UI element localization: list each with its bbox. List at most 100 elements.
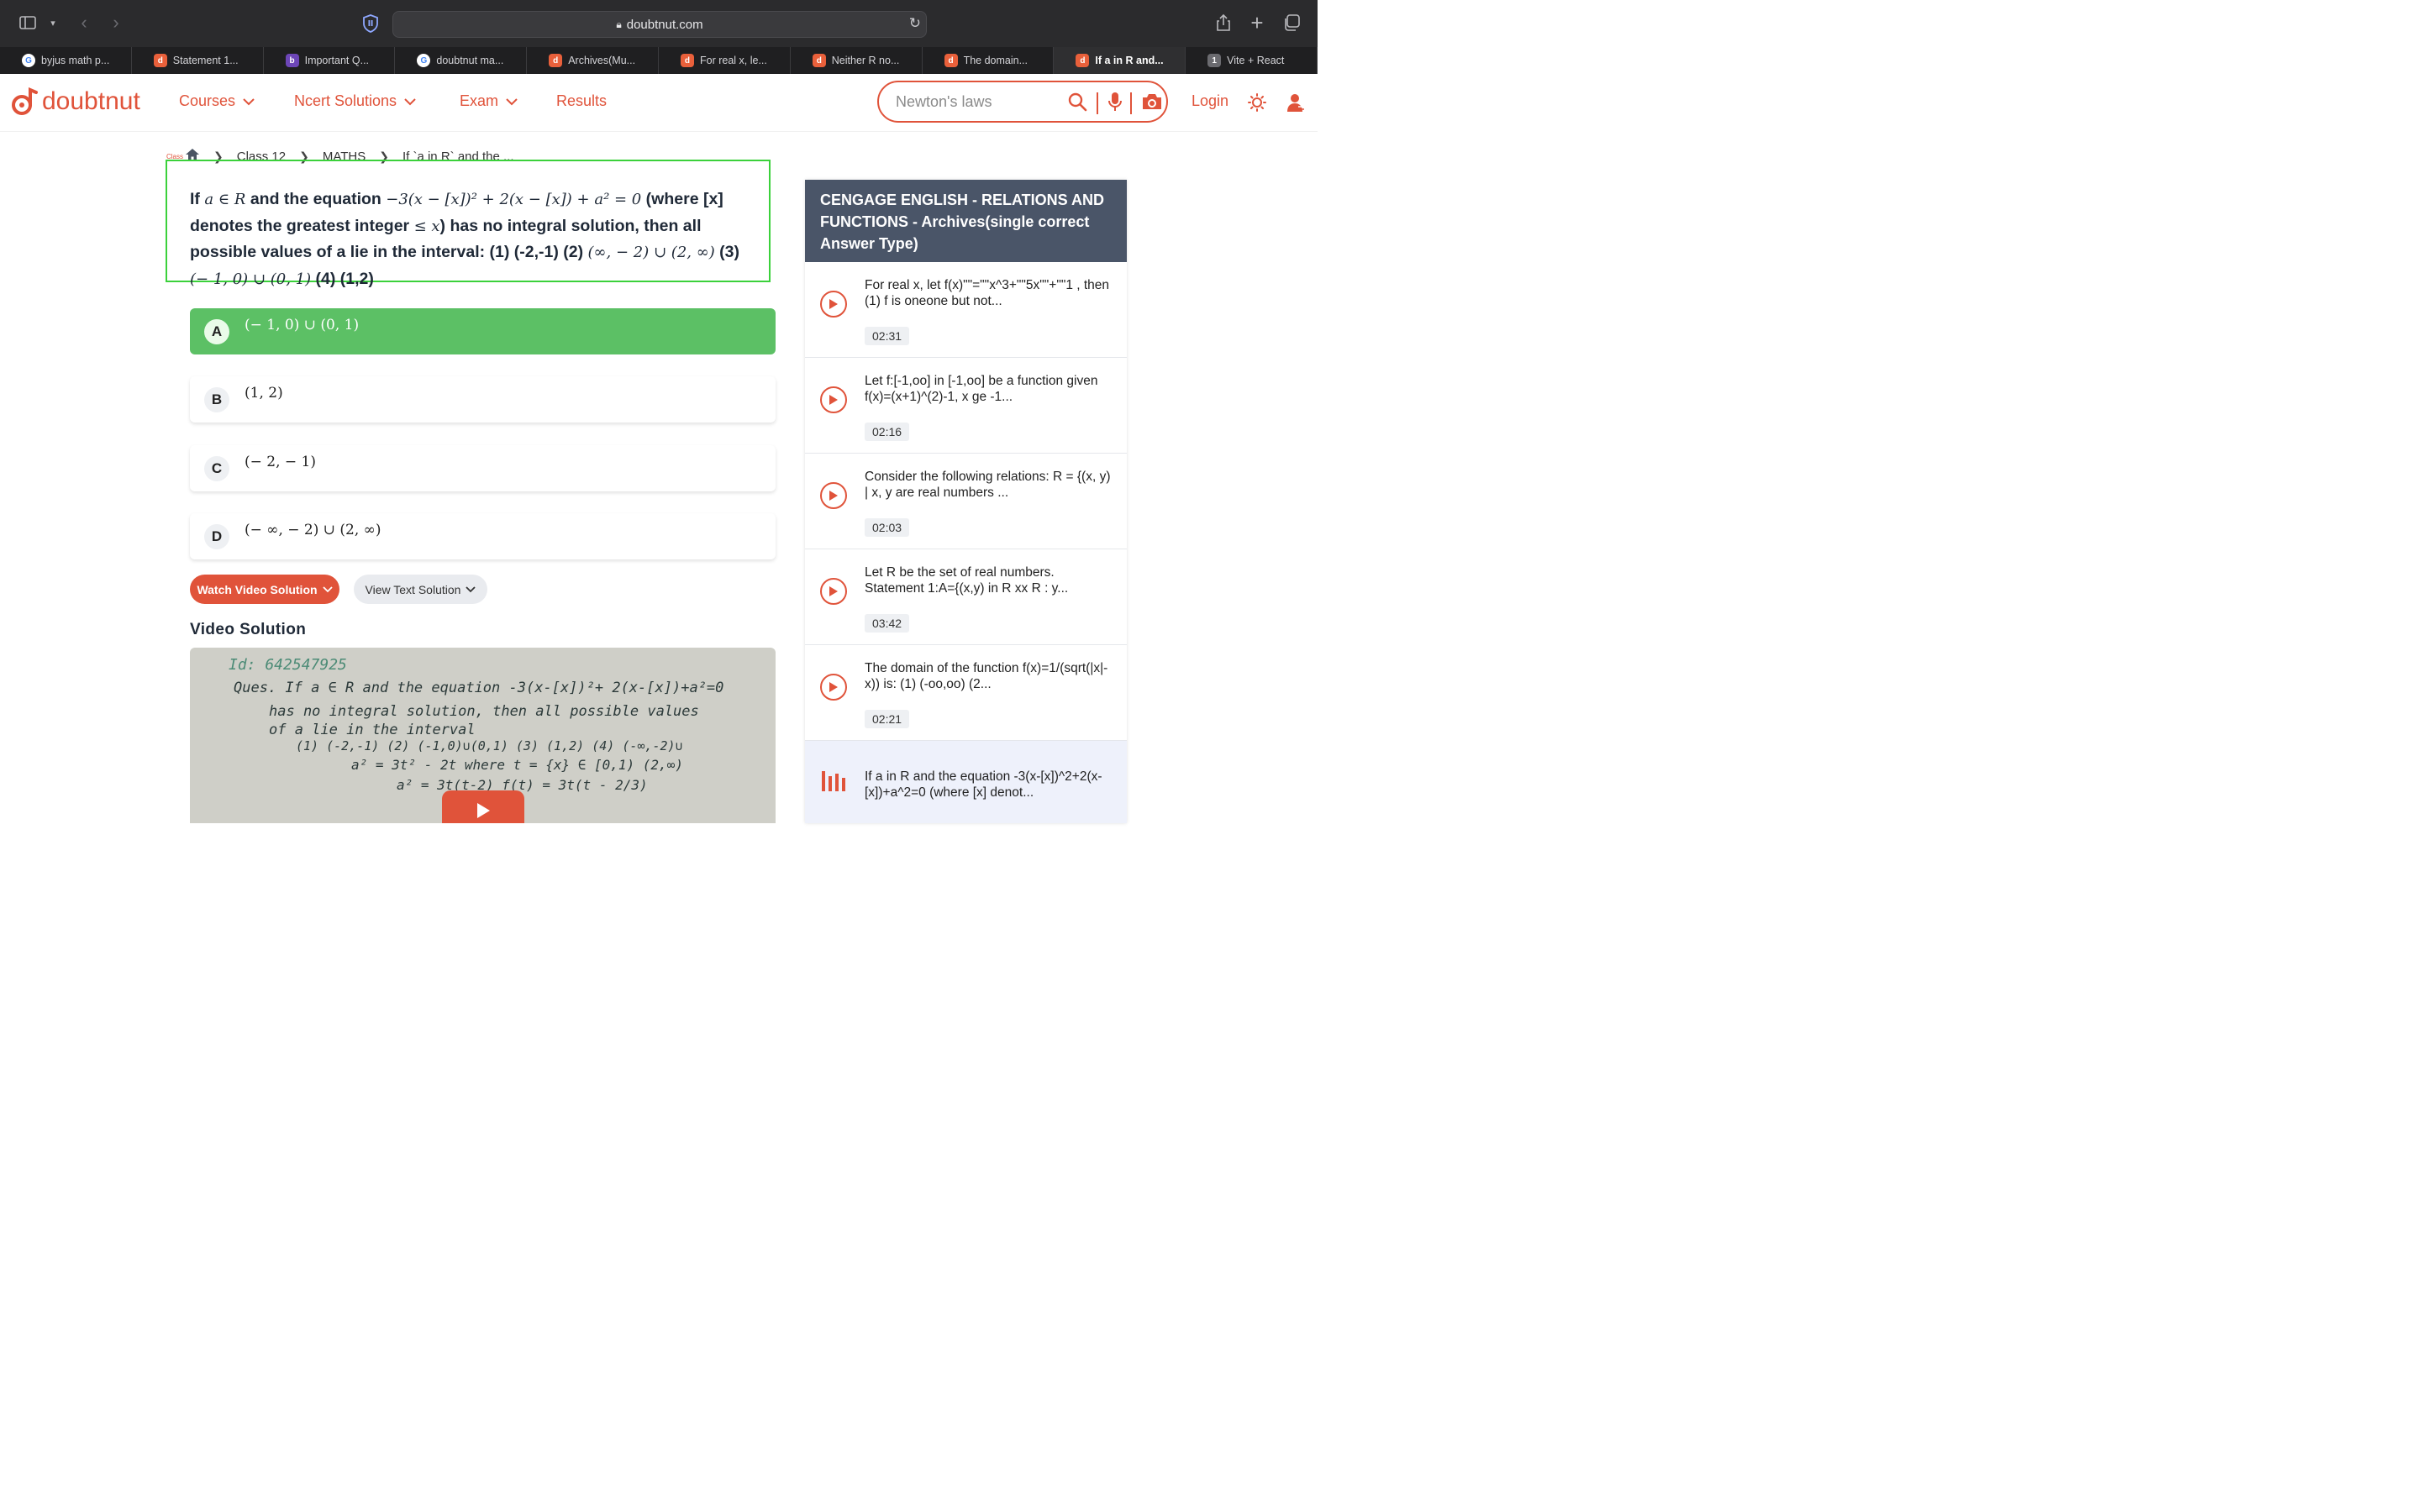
nav-courses[interactable]: Courses	[179, 92, 255, 110]
duration-badge: 02:03	[865, 518, 910, 537]
chevron-down-icon	[506, 97, 518, 105]
related-video-title: Consider the following relations: R = {(…	[865, 470, 1111, 500]
play-circle-icon[interactable]	[820, 674, 847, 701]
duration-badge: 03:42	[865, 614, 910, 633]
duration-badge: 02:21	[865, 710, 910, 728]
option-letter: B	[204, 386, 229, 412]
browser-tab[interactable]: d For real x, le...	[659, 47, 791, 74]
logo-text: doubtnut	[42, 87, 140, 115]
related-video-title: If a in R and the equation -3(x-[x])^2+2…	[865, 769, 1102, 800]
related-video-item[interactable]: The domain of the function f(x)=1/(sqrt(…	[805, 645, 1127, 741]
handwritten-line: Ques. If a ∈ R and the equation -3(x-[x]…	[234, 680, 724, 696]
address-bar[interactable]: 🔒︎ doubtnut.com ↻	[392, 11, 927, 38]
doubtnut-icon: d	[812, 54, 826, 67]
play-circle-icon[interactable]	[820, 578, 847, 605]
video-solution-heading: Video Solution	[190, 621, 307, 638]
nav-ncert-solutions[interactable]: Ncert Solutions	[294, 92, 417, 110]
doubtnut-icon: d	[1076, 54, 1090, 67]
chevron-down-icon	[243, 97, 255, 105]
browser-tab[interactable]: 1 Vite + React	[1186, 47, 1318, 74]
forward-icon[interactable]: ›	[108, 12, 124, 33]
related-video-item[interactable]: Let f:[-1,oo] in [-1,oo] be a function g…	[805, 358, 1127, 454]
view-text-solution-button[interactable]: View Text Solution	[354, 575, 487, 604]
share-icon[interactable]	[1215, 13, 1232, 33]
google-icon: G	[22, 54, 35, 67]
back-icon[interactable]: ‹	[76, 12, 92, 33]
sidebar-toggle-icon[interactable]	[18, 14, 37, 31]
option-letter: C	[204, 455, 229, 481]
handwritten-line: (1) (-2,-1) (2) (-1,0)∪(0,1) (3) (1,2) (…	[296, 738, 683, 753]
browser-tab-active[interactable]: d If a in R and...	[1054, 47, 1186, 74]
related-video-item-playing[interactable]: If a in R and the equation -3(x-[x])^2+2…	[805, 741, 1127, 823]
chevron-down-icon	[322, 585, 333, 592]
google-icon: G	[417, 54, 431, 67]
nav-results[interactable]: Results	[556, 92, 607, 110]
watch-video-solution-button[interactable]: Watch Video Solution	[190, 575, 339, 604]
doubtnut-icon: d	[680, 54, 694, 67]
browser-tab[interactable]: d The domain...	[923, 47, 1055, 74]
browser-tab[interactable]: d Neither R no...	[791, 47, 923, 74]
camera-icon[interactable]	[1141, 92, 1163, 116]
handwritten-line: of a lie in the interval	[269, 722, 476, 738]
related-video-item[interactable]: Let R be the set of real numbers. Statem…	[805, 549, 1127, 645]
handwritten-line: a² = 3t² - 2t where t = {x} ∈ [0,1) (2,∞…	[351, 757, 683, 773]
play-circle-icon[interactable]	[820, 291, 847, 318]
search-box	[877, 81, 1168, 123]
option-letter: D	[204, 523, 229, 549]
now-playing-icon	[821, 771, 848, 795]
tab-overview-icon[interactable]	[1282, 13, 1301, 32]
browser-tab[interactable]: d Statement 1...	[132, 47, 264, 74]
play-circle-icon[interactable]	[820, 386, 847, 413]
related-video-title: The domain of the function f(x)=1/(sqrt(…	[865, 661, 1108, 691]
search-divider	[1130, 92, 1132, 114]
duration-badge: 02:16	[865, 423, 910, 441]
chevron-down-icon	[466, 585, 476, 592]
related-video-title: Let R be the set of real numbers. Statem…	[865, 565, 1069, 596]
related-videos-panel: CENGAGE ENGLISH - RELATIONS AND FUNCTION…	[805, 180, 1127, 823]
option-text: (1, 2)	[245, 385, 283, 402]
panel-heading: CENGAGE ENGLISH - RELATIONS AND FUNCTION…	[805, 180, 1127, 262]
chevron-down-icon	[404, 97, 416, 105]
option-c[interactable]: C (− 2, − 1)	[190, 445, 776, 491]
doubtnut-icon: d	[944, 54, 958, 67]
login-link[interactable]: Login	[1192, 92, 1228, 110]
video-player[interactable]: Id: 642547925 Ques. If a ∈ R and the equ…	[190, 648, 776, 823]
related-video-title: Let f:[-1,oo] in [-1,oo] be a function g…	[865, 374, 1098, 404]
duration-badge: 02:31	[865, 327, 910, 345]
video-play-button[interactable]	[442, 790, 524, 823]
handwritten-line: Id: 642547925	[229, 656, 347, 674]
search-input[interactable]	[894, 92, 1065, 112]
nav-exam[interactable]: Exam	[460, 92, 518, 110]
tab-bar: Gbyjus math p... d Statement 1... b Import…	[0, 47, 1318, 74]
reload-icon[interactable]: ↻	[909, 15, 921, 32]
browser-toolbar: ▾ ‹ › 🔒︎ doubtnut.com ↻ +	[0, 0, 1318, 47]
lock-icon: 🔒︎	[616, 18, 622, 30]
option-text: (− ∞, − 2) ∪ (2, ∞)	[245, 522, 381, 538]
play-circle-icon[interactable]	[820, 482, 847, 509]
play-icon	[477, 803, 490, 818]
option-b[interactable]: B (1, 2)	[190, 376, 776, 423]
url-text: doubtnut.com	[626, 17, 703, 32]
handwritten-line: a² = 3t(t-2) f(t) = 3t(t - 2/3)	[397, 777, 648, 793]
browser-tab[interactable]: d Archives(Mu...	[527, 47, 659, 74]
option-a[interactable]: A (− 1, 0) ∪ (0, 1)	[190, 308, 776, 354]
new-tab-icon[interactable]: +	[1248, 10, 1266, 35]
option-text: (− 2, − 1)	[245, 454, 316, 470]
doubtnut-logo-icon	[12, 87, 38, 115]
doubtnut-logo[interactable]: doubtnut	[10, 87, 140, 116]
theme-toggle-icon[interactable]	[1248, 93, 1266, 116]
option-d[interactable]: D (− ∞, − 2) ∪ (2, ∞)	[190, 513, 776, 559]
option-letter: A	[204, 318, 229, 344]
microphone-icon[interactable]	[1107, 92, 1123, 116]
related-video-item[interactable]: For real x, let f(x)""=""x^3+""5x""+""1 …	[805, 262, 1127, 358]
user-icon[interactable]	[1286, 92, 1305, 117]
tab-number-badge: 1	[1207, 54, 1222, 67]
browser-tab[interactable]: Gbyjus math p...	[0, 47, 132, 74]
browser-tab[interactable]: Gdoubtnut ma...	[395, 47, 528, 74]
doubtnut-icon: d	[153, 54, 167, 67]
search-icon[interactable]	[1067, 92, 1087, 116]
chevron-down-icon[interactable]: ▾	[47, 16, 59, 29]
shield-icon[interactable]	[361, 13, 380, 34]
related-video-item[interactable]: Consider the following relations: R = {(…	[805, 454, 1127, 549]
browser-tab[interactable]: b Important Q...	[264, 47, 396, 74]
